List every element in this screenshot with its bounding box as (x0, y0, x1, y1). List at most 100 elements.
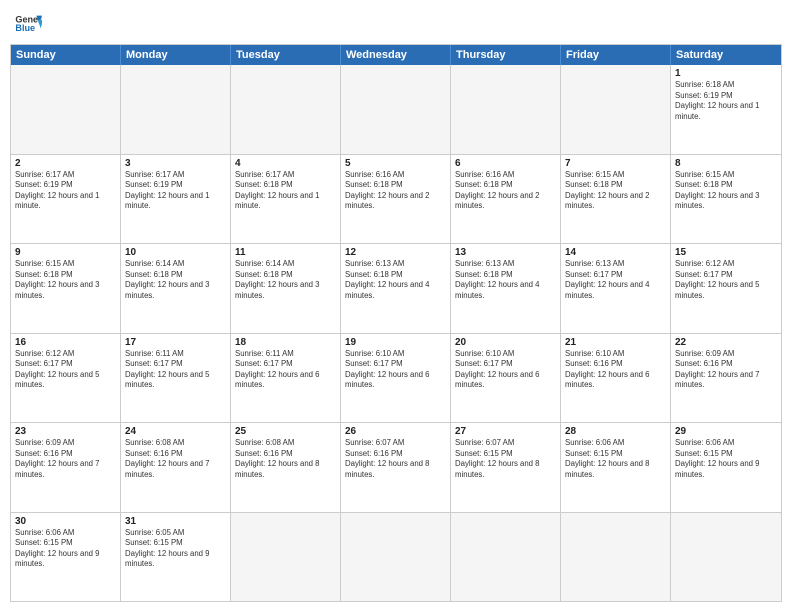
weekday-header-sunday: Sunday (11, 45, 121, 65)
calendar-cell: 29Sunrise: 6:06 AM Sunset: 6:15 PM Dayli… (671, 423, 781, 512)
day-number: 10 (125, 247, 226, 258)
weekday-header-tuesday: Tuesday (231, 45, 341, 65)
day-number: 9 (15, 247, 116, 258)
calendar-cell: 17Sunrise: 6:11 AM Sunset: 6:17 PM Dayli… (121, 334, 231, 423)
cell-sun-info: Sunrise: 6:17 AM Sunset: 6:19 PM Dayligh… (15, 170, 116, 212)
cell-sun-info: Sunrise: 6:09 AM Sunset: 6:16 PM Dayligh… (15, 438, 116, 480)
cell-sun-info: Sunrise: 6:16 AM Sunset: 6:18 PM Dayligh… (455, 170, 556, 212)
calendar-cell: 7Sunrise: 6:15 AM Sunset: 6:18 PM Daylig… (561, 155, 671, 244)
calendar-cell (561, 513, 671, 602)
cell-sun-info: Sunrise: 6:15 AM Sunset: 6:18 PM Dayligh… (565, 170, 666, 212)
calendar-cell: 31Sunrise: 6:05 AM Sunset: 6:15 PM Dayli… (121, 513, 231, 602)
cell-sun-info: Sunrise: 6:05 AM Sunset: 6:15 PM Dayligh… (125, 528, 226, 570)
calendar-cell: 28Sunrise: 6:06 AM Sunset: 6:15 PM Dayli… (561, 423, 671, 512)
page-header: General Blue (10, 10, 782, 38)
calendar-header: SundayMondayTuesdayWednesdayThursdayFrid… (11, 45, 781, 65)
cell-sun-info: Sunrise: 6:15 AM Sunset: 6:18 PM Dayligh… (15, 259, 116, 301)
calendar-cell: 30Sunrise: 6:06 AM Sunset: 6:15 PM Dayli… (11, 513, 121, 602)
day-number: 8 (675, 158, 777, 169)
day-number: 22 (675, 337, 777, 348)
cell-sun-info: Sunrise: 6:07 AM Sunset: 6:16 PM Dayligh… (345, 438, 446, 480)
cell-sun-info: Sunrise: 6:10 AM Sunset: 6:16 PM Dayligh… (565, 349, 666, 391)
calendar-cell: 23Sunrise: 6:09 AM Sunset: 6:16 PM Dayli… (11, 423, 121, 512)
calendar-cell: 22Sunrise: 6:09 AM Sunset: 6:16 PM Dayli… (671, 334, 781, 423)
cell-sun-info: Sunrise: 6:06 AM Sunset: 6:15 PM Dayligh… (675, 438, 777, 480)
calendar-cell: 6Sunrise: 6:16 AM Sunset: 6:18 PM Daylig… (451, 155, 561, 244)
logo-icon: General Blue (14, 10, 42, 38)
calendar-cell (561, 65, 671, 154)
calendar-cell: 2Sunrise: 6:17 AM Sunset: 6:19 PM Daylig… (11, 155, 121, 244)
cell-sun-info: Sunrise: 6:08 AM Sunset: 6:16 PM Dayligh… (125, 438, 226, 480)
cell-sun-info: Sunrise: 6:14 AM Sunset: 6:18 PM Dayligh… (235, 259, 336, 301)
cell-sun-info: Sunrise: 6:17 AM Sunset: 6:19 PM Dayligh… (125, 170, 226, 212)
cell-sun-info: Sunrise: 6:10 AM Sunset: 6:17 PM Dayligh… (345, 349, 446, 391)
calendar-cell: 11Sunrise: 6:14 AM Sunset: 6:18 PM Dayli… (231, 244, 341, 333)
day-number: 17 (125, 337, 226, 348)
cell-sun-info: Sunrise: 6:07 AM Sunset: 6:15 PM Dayligh… (455, 438, 556, 480)
day-number: 28 (565, 426, 666, 437)
calendar-cell: 14Sunrise: 6:13 AM Sunset: 6:17 PM Dayli… (561, 244, 671, 333)
day-number: 30 (15, 516, 116, 527)
calendar-cell: 27Sunrise: 6:07 AM Sunset: 6:15 PM Dayli… (451, 423, 561, 512)
cell-sun-info: Sunrise: 6:06 AM Sunset: 6:15 PM Dayligh… (15, 528, 116, 570)
cell-sun-info: Sunrise: 6:17 AM Sunset: 6:18 PM Dayligh… (235, 170, 336, 212)
calendar-cell (231, 65, 341, 154)
day-number: 21 (565, 337, 666, 348)
calendar-cell (11, 65, 121, 154)
day-number: 26 (345, 426, 446, 437)
day-number: 6 (455, 158, 556, 169)
day-number: 13 (455, 247, 556, 258)
calendar-cell: 24Sunrise: 6:08 AM Sunset: 6:16 PM Dayli… (121, 423, 231, 512)
calendar-cell: 21Sunrise: 6:10 AM Sunset: 6:16 PM Dayli… (561, 334, 671, 423)
calendar-cell (231, 513, 341, 602)
weekday-header-saturday: Saturday (671, 45, 781, 65)
day-number: 18 (235, 337, 336, 348)
calendar: SundayMondayTuesdayWednesdayThursdayFrid… (10, 44, 782, 602)
day-number: 24 (125, 426, 226, 437)
calendar-cell: 9Sunrise: 6:15 AM Sunset: 6:18 PM Daylig… (11, 244, 121, 333)
calendar-cell (341, 513, 451, 602)
cell-sun-info: Sunrise: 6:18 AM Sunset: 6:19 PM Dayligh… (675, 80, 777, 122)
cell-sun-info: Sunrise: 6:11 AM Sunset: 6:17 PM Dayligh… (125, 349, 226, 391)
calendar-cell: 19Sunrise: 6:10 AM Sunset: 6:17 PM Dayli… (341, 334, 451, 423)
cell-sun-info: Sunrise: 6:13 AM Sunset: 6:18 PM Dayligh… (455, 259, 556, 301)
calendar-row-1: 2Sunrise: 6:17 AM Sunset: 6:19 PM Daylig… (11, 155, 781, 245)
calendar-cell: 12Sunrise: 6:13 AM Sunset: 6:18 PM Dayli… (341, 244, 451, 333)
day-number: 1 (675, 68, 777, 79)
day-number: 31 (125, 516, 226, 527)
day-number: 19 (345, 337, 446, 348)
day-number: 4 (235, 158, 336, 169)
cell-sun-info: Sunrise: 6:11 AM Sunset: 6:17 PM Dayligh… (235, 349, 336, 391)
day-number: 20 (455, 337, 556, 348)
weekday-header-monday: Monday (121, 45, 231, 65)
calendar-cell: 25Sunrise: 6:08 AM Sunset: 6:16 PM Dayli… (231, 423, 341, 512)
weekday-header-friday: Friday (561, 45, 671, 65)
calendar-cell: 15Sunrise: 6:12 AM Sunset: 6:17 PM Dayli… (671, 244, 781, 333)
cell-sun-info: Sunrise: 6:13 AM Sunset: 6:18 PM Dayligh… (345, 259, 446, 301)
cell-sun-info: Sunrise: 6:06 AM Sunset: 6:15 PM Dayligh… (565, 438, 666, 480)
calendar-row-2: 9Sunrise: 6:15 AM Sunset: 6:18 PM Daylig… (11, 244, 781, 334)
day-number: 14 (565, 247, 666, 258)
calendar-cell: 13Sunrise: 6:13 AM Sunset: 6:18 PM Dayli… (451, 244, 561, 333)
day-number: 27 (455, 426, 556, 437)
logo: General Blue (14, 10, 42, 38)
calendar-row-4: 23Sunrise: 6:09 AM Sunset: 6:16 PM Dayli… (11, 423, 781, 513)
day-number: 15 (675, 247, 777, 258)
day-number: 2 (15, 158, 116, 169)
weekday-header-thursday: Thursday (451, 45, 561, 65)
cell-sun-info: Sunrise: 6:09 AM Sunset: 6:16 PM Dayligh… (675, 349, 777, 391)
cell-sun-info: Sunrise: 6:13 AM Sunset: 6:17 PM Dayligh… (565, 259, 666, 301)
calendar-row-0: 1Sunrise: 6:18 AM Sunset: 6:19 PM Daylig… (11, 65, 781, 155)
calendar-cell: 4Sunrise: 6:17 AM Sunset: 6:18 PM Daylig… (231, 155, 341, 244)
calendar-cell (451, 513, 561, 602)
day-number: 29 (675, 426, 777, 437)
cell-sun-info: Sunrise: 6:14 AM Sunset: 6:18 PM Dayligh… (125, 259, 226, 301)
cell-sun-info: Sunrise: 6:15 AM Sunset: 6:18 PM Dayligh… (675, 170, 777, 212)
calendar-cell (341, 65, 451, 154)
calendar-row-5: 30Sunrise: 6:06 AM Sunset: 6:15 PM Dayli… (11, 513, 781, 602)
calendar-cell: 5Sunrise: 6:16 AM Sunset: 6:18 PM Daylig… (341, 155, 451, 244)
cell-sun-info: Sunrise: 6:12 AM Sunset: 6:17 PM Dayligh… (675, 259, 777, 301)
cell-sun-info: Sunrise: 6:12 AM Sunset: 6:17 PM Dayligh… (15, 349, 116, 391)
day-number: 12 (345, 247, 446, 258)
cell-sun-info: Sunrise: 6:16 AM Sunset: 6:18 PM Dayligh… (345, 170, 446, 212)
